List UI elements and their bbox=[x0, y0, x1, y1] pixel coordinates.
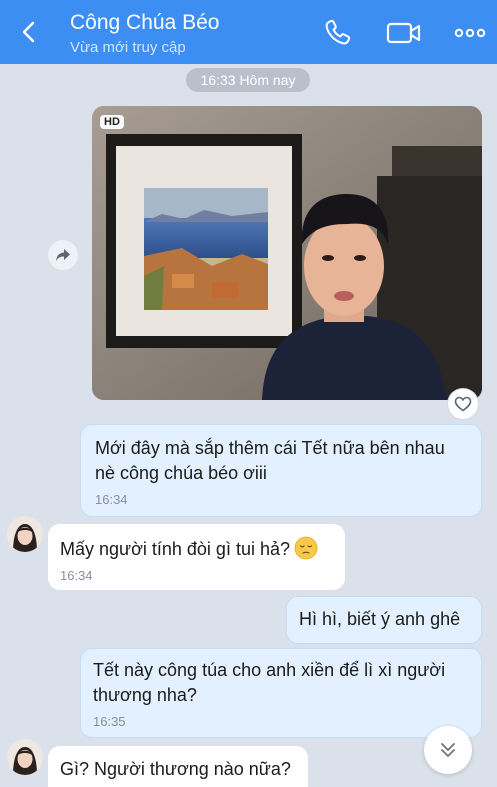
back-button[interactable] bbox=[16, 18, 44, 46]
photo-message[interactable] bbox=[92, 106, 482, 400]
share-arrow-icon bbox=[56, 249, 70, 261]
message-bubble-outgoing[interactable]: Hì hì, biết ý anh ghê bbox=[286, 596, 482, 644]
forward-button[interactable] bbox=[48, 240, 78, 270]
message-bubble-incoming[interactable]: Gì? Người thương nào nữa? bbox=[48, 746, 308, 787]
chevron-left-icon bbox=[22, 21, 35, 43]
video-camera-icon bbox=[386, 22, 421, 44]
message-bubble-outgoing[interactable]: Mới đây mà sắp thêm cái Tết nữa bên nhau… bbox=[80, 424, 482, 517]
contact-name: Công Chúa Béo bbox=[70, 11, 220, 34]
message-time: 16:34 bbox=[60, 568, 93, 583]
scroll-to-bottom-button[interactable] bbox=[424, 726, 472, 774]
more-dots-icon bbox=[454, 28, 486, 38]
message-text: Hì hì, biết ý anh ghê bbox=[299, 609, 461, 629]
phone-icon bbox=[325, 19, 351, 45]
contact-status: Vừa mới truy cập bbox=[70, 39, 186, 56]
voice-call-button[interactable] bbox=[322, 18, 352, 48]
contact-info[interactable]: Công Chúa Béo Vừa mới truy cập bbox=[70, 10, 219, 58]
message-text: Tết này công túa cho anh xiền để lì xì n… bbox=[93, 660, 446, 705]
hd-badge: HD bbox=[100, 115, 124, 129]
avatar-image bbox=[7, 739, 43, 775]
message-bubble-outgoing[interactable]: Tết này công túa cho anh xiền để lì xì n… bbox=[80, 648, 482, 738]
contact-avatar[interactable] bbox=[7, 516, 43, 552]
pensive-face-emoji bbox=[294, 536, 318, 560]
react-heart-button[interactable] bbox=[448, 389, 478, 419]
message-time: 16:35 bbox=[93, 714, 126, 729]
heart-icon bbox=[454, 396, 472, 412]
message-time: 16:34 bbox=[95, 492, 128, 507]
message-text: Mới đây mà sắp thêm cái Tết nữa bên nhau… bbox=[95, 438, 445, 483]
chat-header: Công Chúa Béo Vừa mới truy cập bbox=[0, 0, 497, 64]
message-text: Mấy người tính đòi gì tui hả? bbox=[60, 539, 290, 559]
message-text: Gì? Người thương nào nữa? bbox=[60, 759, 291, 779]
time-divider: 16:33 Hôm nay bbox=[186, 68, 310, 92]
more-options-button[interactable] bbox=[454, 18, 488, 48]
message-bubble-incoming[interactable]: Mấy người tính đòi gì tui hả? 16:34 bbox=[48, 524, 345, 590]
selfie-photo bbox=[92, 106, 482, 400]
video-call-button[interactable] bbox=[386, 18, 422, 48]
contact-avatar[interactable] bbox=[7, 739, 43, 775]
double-chevron-down-icon bbox=[441, 743, 455, 757]
avatar-image bbox=[7, 516, 43, 552]
